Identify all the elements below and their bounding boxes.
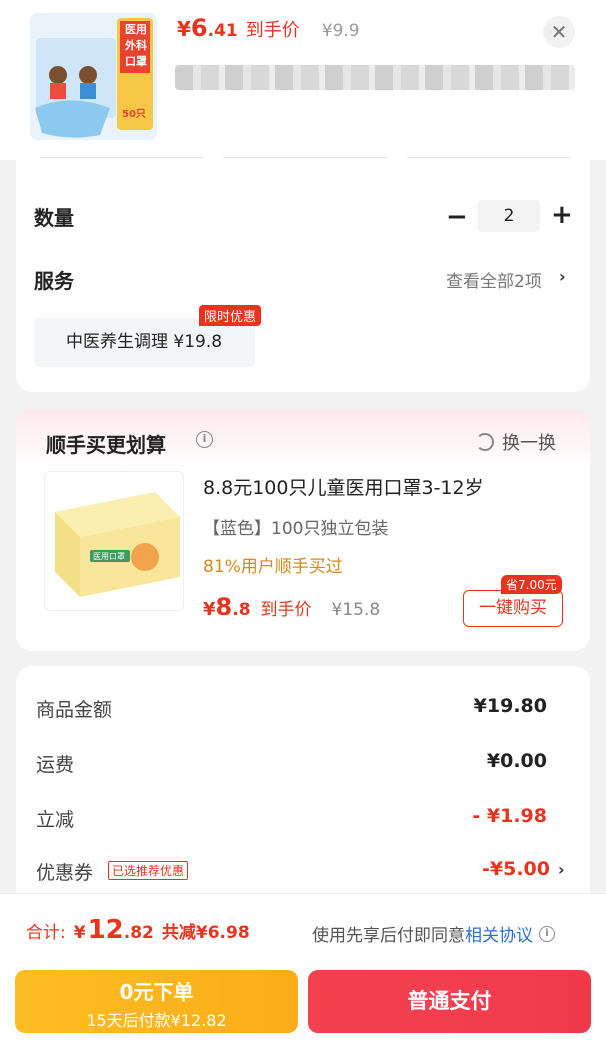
original-price: ¥9.9 [321,21,360,41]
agreement-link[interactable]: 相关协议 [465,921,533,946]
product-header: 医用 外科 口罩 50只 ¥ 6 .41 到手价 ¥9.9 ✕ [0,0,606,160]
product-thumbnail: 医用 外科 口罩 50只 [30,13,157,140]
info-icon[interactable]: i [539,925,555,942]
bundle-card: 顺手买更划算 i 换一换 医用口罩 8.8元100只儿童医用口罩3-12岁 【蓝… [16,409,590,651]
swap-label: 换一换 [502,433,556,454]
discount-value: - ¥1.98 [472,805,547,827]
bundle-product-name[interactable]: 8.8元100只儿童医用口罩3-12岁 [203,473,484,500]
view-all-services-link[interactable]: 查看全部2项 [446,267,542,292]
thumb-text-1: 医用 [125,23,147,36]
chevron-right-icon[interactable]: › [559,267,566,286]
bundle-title: 顺手买更划算 [46,433,166,457]
limited-offer-badge: 限时优惠 [199,305,262,326]
agreement-text: 使用先享后付即同意 [312,926,465,946]
price-integer: 6 [190,14,208,42]
order-total: 合计: ¥ 12 .82 共减¥6.98 [26,915,250,945]
shipping-label: 运费 [36,754,75,776]
total-saved: 共减¥6.98 [161,923,250,943]
quantity-label: 数量 [34,206,74,230]
product-price: ¥ 6 .41 到手价 ¥9.9 [177,14,360,42]
save-badge: 省7.00元 [501,575,562,594]
coupon-value[interactable]: -¥5.00 [482,858,550,880]
pay-later-subtitle: 15天后付款¥12.82 [86,1011,227,1030]
bundle-purchase-stat: 81%用户顺手买过 [203,557,343,577]
options-card: 数量 − 2 + 服务 查看全部2项 › 中医养生调理 ¥19.8 限时优惠 [16,160,590,392]
total-label: 合计: [26,923,66,943]
bundle-original-price: ¥15.8 [331,600,381,620]
pay-later-button[interactable]: 0元下单 15天后付款¥12.82 [15,970,298,1033]
minus-icon[interactable]: − [446,202,468,232]
subtotal-value: ¥19.80 [473,695,547,717]
bundle-image-label: 医用口罩 [93,552,125,561]
info-icon[interactable]: i [196,431,213,448]
quantity-stepper[interactable]: 2 [478,200,540,232]
price-decimal: .41 [207,21,238,41]
bundle-price-currency: ¥ [203,599,216,620]
thumb-text-2: 外科 [125,39,147,52]
pay-now-button[interactable]: 普通支付 [308,970,591,1033]
bundle-price: ¥ 8 .8 到手价 ¥15.8 [203,593,380,621]
bundle-price-tag: 到手价 [260,600,312,620]
blurred-spec-text [175,65,575,90]
bundle-price-decimal: .8 [232,600,251,620]
thumb-count: 50只 [122,109,146,120]
pay-later-title: 0元下单 [119,980,194,1004]
coupon-tag: 已选推荐优惠 [108,861,189,880]
refresh-icon [476,433,494,451]
shipping-value: ¥0.00 [486,750,547,772]
price-tag: 到手价 [245,20,300,41]
chevron-right-icon[interactable]: › [558,860,565,879]
total-currency: ¥ [73,923,86,943]
coupon-label: 优惠券 [36,862,94,884]
price-summary: 商品金额 ¥19.80 运费 ¥0.00 立减 - ¥1.98 优惠券 已选推荐… [16,666,590,896]
total-decimal: .82 [123,923,154,943]
spec-options-edge [40,152,570,158]
one-click-buy-button[interactable]: 一键购买 [463,590,563,627]
total-integer: 12 [87,915,124,945]
discount-label: 立减 [36,809,75,831]
swap-button[interactable]: 换一换 [476,429,556,455]
price-currency: ¥ [177,17,191,41]
subtotal-label: 商品金额 [36,699,113,721]
checkout-bar: 合计: ¥ 12 .82 共减¥6.98 使用先享后付即同意 相关协议 i 0元… [0,893,606,1051]
bundle-price-integer: 8 [215,593,233,621]
plus-icon[interactable]: + [551,200,573,230]
bundle-product-image[interactable]: 医用口罩 [44,471,184,611]
close-icon[interactable]: ✕ [543,16,575,48]
agreement-notice: 使用先享后付即同意 相关协议 i [312,921,555,946]
service-label: 服务 [34,269,74,293]
thumb-text-3: 口罩 [125,55,147,68]
bundle-product-spec: 【蓝色】100只独立包装 [203,519,389,539]
